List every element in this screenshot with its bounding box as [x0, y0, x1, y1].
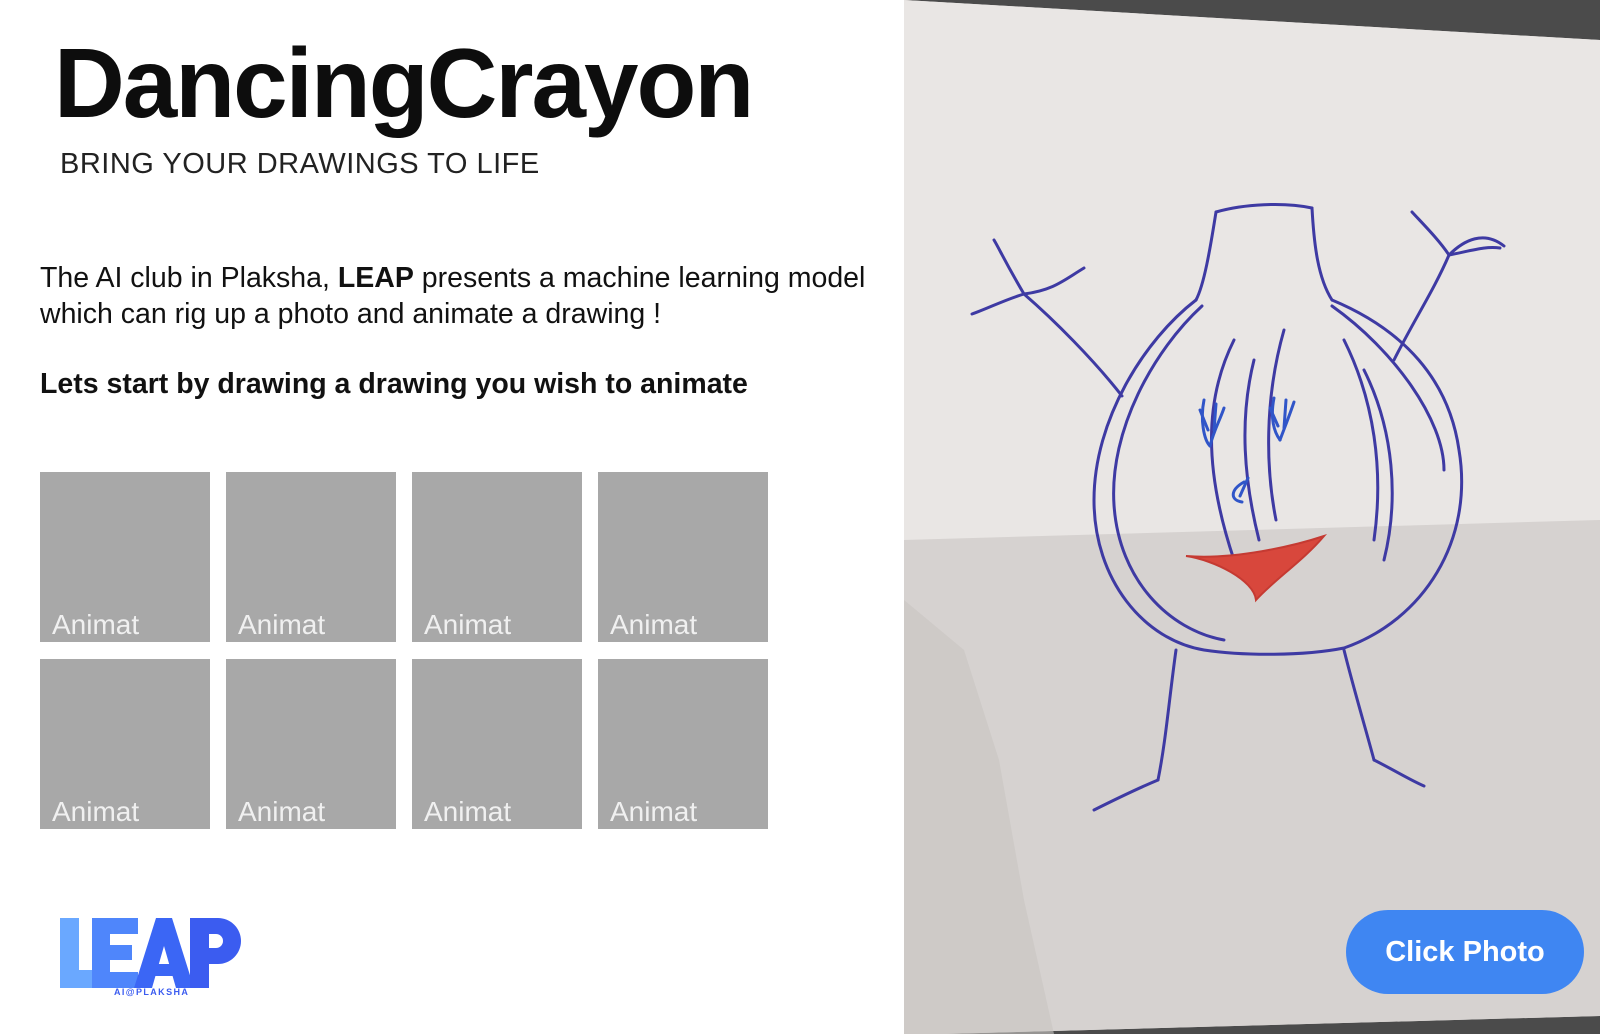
app-subtitle: BRING YOUR DRAWINGS TO LIFE: [60, 148, 540, 180]
animation-tile[interactable]: Animat: [40, 659, 210, 829]
animation-tile[interactable]: Animat: [598, 472, 768, 642]
club-name: LEAP: [337, 262, 414, 294]
animation-tile[interactable]: Animat: [226, 472, 396, 642]
tile-label: Animat: [424, 796, 512, 827]
intro-text-start: The AI club in Plaksha,: [40, 262, 338, 294]
drawing-photo: [904, 0, 1600, 1034]
camera-preview: Click Photo: [904, 0, 1600, 1034]
intro-paragraph: The AI club in Plaksha, LEAP presents a …: [40, 260, 900, 332]
animation-tile[interactable]: Animat: [40, 472, 210, 642]
tile-label: Animat: [238, 796, 326, 827]
left-panel: DancingCrayon BRING YOUR DRAWINGS TO LIF…: [0, 0, 904, 1034]
tile-label: Animat: [238, 609, 326, 640]
leap-logo: AI@PLAKSHA: [58, 916, 248, 1008]
animation-tile[interactable]: Animat: [598, 659, 768, 829]
tile-label: Animat: [424, 609, 512, 640]
tile-label: Animat: [52, 609, 140, 640]
tile-label: Animat: [610, 609, 698, 640]
app-root: DancingCrayon BRING YOUR DRAWINGS TO LIF…: [0, 0, 1600, 1034]
animation-tile[interactable]: Animat: [412, 659, 582, 829]
tile-label: Animat: [52, 796, 140, 827]
animation-tile[interactable]: Animat: [226, 659, 396, 829]
app-title: DancingCrayon: [54, 28, 754, 138]
logo-caption: AI@PLAKSHA: [114, 987, 190, 997]
instruction-text: Lets start by drawing a drawing you wish…: [40, 368, 748, 400]
tile-label: Animat: [610, 796, 698, 827]
animation-tile[interactable]: Animat: [412, 472, 582, 642]
click-photo-button[interactable]: Click Photo: [1346, 910, 1584, 994]
animation-gallery: Animat Animat Animat Animat Animat Anima…: [40, 472, 768, 829]
